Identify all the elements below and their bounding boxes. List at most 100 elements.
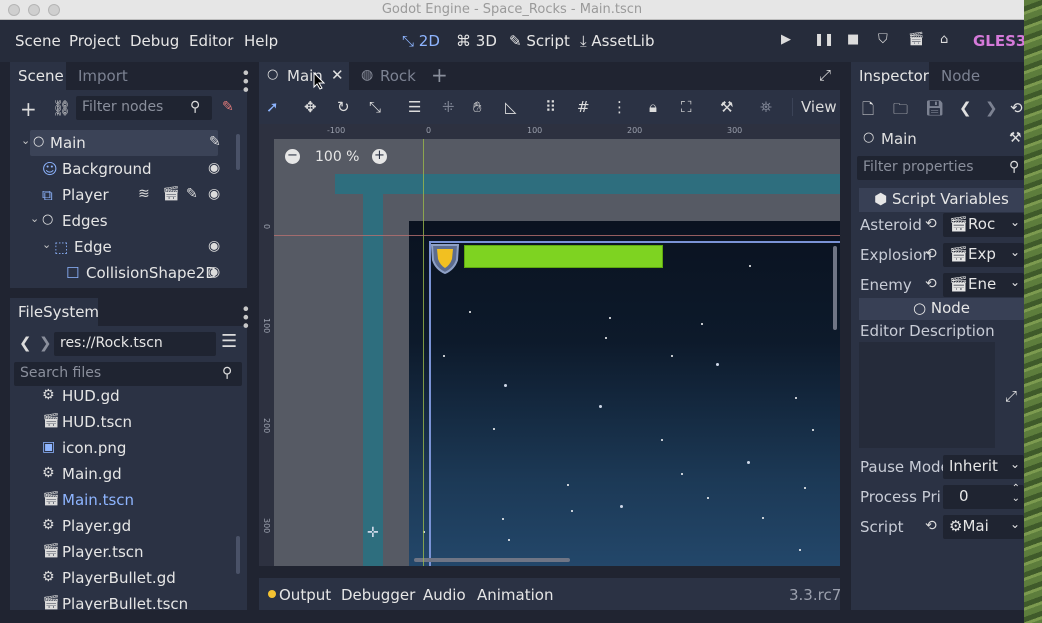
tab-animation[interactable]: Animation [477,586,553,604]
forward-icon[interactable]: ❯ [39,334,52,352]
snap-options-icon[interactable]: ⋮ [612,98,627,116]
workspace-assetlib[interactable]: ⤓ AssetLib [580,32,654,50]
menu-project[interactable]: Project [69,32,120,50]
tab-node[interactable]: Node [933,62,988,90]
file-list-scrollbar[interactable] [236,536,240,574]
filesystem-menu-icon[interactable]: ••• [236,304,255,329]
script-resource-picker[interactable]: ⚙Mai ⌄ [943,515,1024,539]
history-back-icon[interactable]: ❮ [959,99,972,117]
visibility-eye-icon[interactable]: ◉ [208,264,220,280]
list-select-icon[interactable]: ☰ [408,98,421,116]
tab-debugger[interactable]: Debugger [341,586,415,604]
script-attached-icon[interactable]: ✎ [209,134,221,150]
tab-output[interactable]: Output [279,586,331,604]
pause-mode-select[interactable]: Inherit ⌄ [943,455,1024,479]
save-resource-icon[interactable]: 💾︎ [925,99,944,117]
renderer-select[interactable]: GLES3 [973,32,1024,50]
signals-icon[interactable]: ≋ [138,186,150,202]
list-item[interactable]: ⚙ Player.gd [0,514,236,540]
visibility-eye-icon[interactable]: ◉ [208,238,220,254]
tab-audio[interactable]: Audio [423,586,466,604]
tab-scene[interactable]: Scene [10,62,66,90]
back-icon[interactable]: ❮ [19,334,32,352]
split-mode-icon[interactable]: ☰ [221,333,237,351]
lock-icon[interactable]: 🔒︎ [649,98,657,116]
instance-link-icon[interactable]: ⛓ [52,99,71,117]
history-forward-icon[interactable]: ❯ [985,99,998,117]
path-input[interactable]: res://Rock.tscn [54,332,216,356]
tree-item-edge[interactable]: ⌄ ⬚ Edge [42,234,162,260]
menu-debug[interactable]: Debug [130,32,179,50]
tab-filesystem[interactable]: FileSystem [10,298,99,326]
explosion-resource-picker[interactable]: 🎬︎Exp ⌄ [943,243,1024,267]
visibility-eye-icon[interactable]: ◉ [208,186,220,202]
script-variables-section[interactable]: ⬢ Script Variables [859,188,1024,212]
scale-tool-icon[interactable]: ⤡ [369,98,381,116]
collapse-arrow-icon[interactable]: ⌄ [30,212,39,225]
inspector-object[interactable]: ○ Main ⚒ [859,128,1024,152]
list-item[interactable]: 🎬︎ Main.tscn [0,488,236,514]
object-tools-icon[interactable]: ⚒ [1009,130,1022,146]
move-tool-icon[interactable]: ✥ [304,98,317,116]
tab-rock[interactable]: ◍ Rock [355,62,425,90]
canvas-hscrollbar[interactable] [414,558,570,562]
select-tool-icon[interactable]: ➚ [266,98,279,116]
ruler-tool-icon[interactable]: ◺ [505,98,517,116]
history-icon[interactable]: ⟲ [1010,99,1023,117]
canvas-vscrollbar[interactable] [833,246,837,330]
workspace-script[interactable]: ✎ Script [509,32,570,50]
html5-icon[interactable]: ⛉ [878,32,888,47]
tab-main[interactable]: ○ Main ✕ [259,62,349,90]
instance-icon[interactable]: 🎬︎ [162,186,180,202]
close-tab-icon[interactable]: ✕ [331,66,344,84]
revert-icon[interactable]: ⟲ [925,246,937,262]
zoom-level[interactable]: 100 % [315,149,359,165]
open-resource-icon[interactable]: 🗀︎ [893,99,908,124]
add-node-icon[interactable]: + [20,97,37,121]
revert-icon[interactable]: ⟲ [925,216,937,232]
tree-item-edges[interactable]: ⌄ ○ Edges [30,208,150,234]
visibility-eye-icon[interactable]: ◉ [208,160,220,176]
attach-script-icon[interactable]: ✎ [222,99,234,115]
list-item[interactable]: 🎬︎ PlayerBullet.tscn [0,592,236,610]
tree-item-main[interactable]: ⌄ ○ Main [21,130,218,156]
list-item[interactable]: ⚙ PlayerBullet.gd [0,566,236,592]
menu-editor[interactable]: Editor [189,32,233,50]
expand-editor-icon[interactable]: ⤢ [1005,387,1017,405]
health-bar[interactable] [464,245,663,268]
pan-tool-icon[interactable]: ✋︎ [473,98,482,116]
search-files-input[interactable]: Search files [14,362,242,386]
shield-icon[interactable] [430,242,460,274]
menu-scene[interactable]: Scene [15,32,61,50]
node-section[interactable]: ○ Node [859,298,1024,320]
canvas-viewport[interactable]: -100 0 100 200 300 0 100 200 300 − 100 %… [259,124,840,566]
list-item[interactable]: ⚙ HUD.gd [0,384,236,410]
view-menu[interactable]: View [801,98,837,116]
revert-icon[interactable]: ⟲ [925,276,937,292]
editor-description-textarea[interactable] [859,342,995,448]
zoom-out-button[interactable]: − [285,149,300,164]
enemy-resource-picker[interactable]: 🎬︎Ene ⌄ [943,273,1024,297]
play-scene-icon[interactable]: 🎬︎ [908,32,925,47]
rotate-tool-icon[interactable]: ↻ [337,98,350,116]
list-item[interactable]: ⚙ Main.gd [0,462,236,488]
bone-icon[interactable]: ⚒ [720,98,733,116]
scene-dock-menu-icon[interactable]: ••• [236,68,255,93]
stop-icon[interactable]: ■ [847,32,859,47]
camera-override-icon[interactable]: ⛯ [760,98,772,116]
tab-import[interactable]: Import [70,62,136,90]
grid-snap-icon[interactable]: # [577,98,590,116]
menu-help[interactable]: Help [244,32,278,50]
pivot-icon[interactable]: ⁜ [442,98,455,116]
filter-properties-input[interactable]: Filter properties [857,156,1024,180]
collapse-arrow-icon[interactable]: ⌄ [42,238,51,251]
distraction-free-icon[interactable]: ⤢ [819,66,831,84]
list-item[interactable]: ▣ icon.png [0,436,236,462]
tree-item-player[interactable]: ⧉ Player [42,182,142,208]
script-attached-icon[interactable]: ✎ [186,186,198,202]
pause-icon[interactable]: ❚❚ [814,32,834,46]
tree-item-background[interactable]: ☺ Background [42,156,222,182]
tree-item-collisionshape2d[interactable]: ☐ CollisionShape2D [66,260,217,286]
asteroid-resource-picker[interactable]: 🎬︎Roc ⌄ [943,213,1024,237]
revert-icon[interactable]: ⟲ [925,518,937,534]
